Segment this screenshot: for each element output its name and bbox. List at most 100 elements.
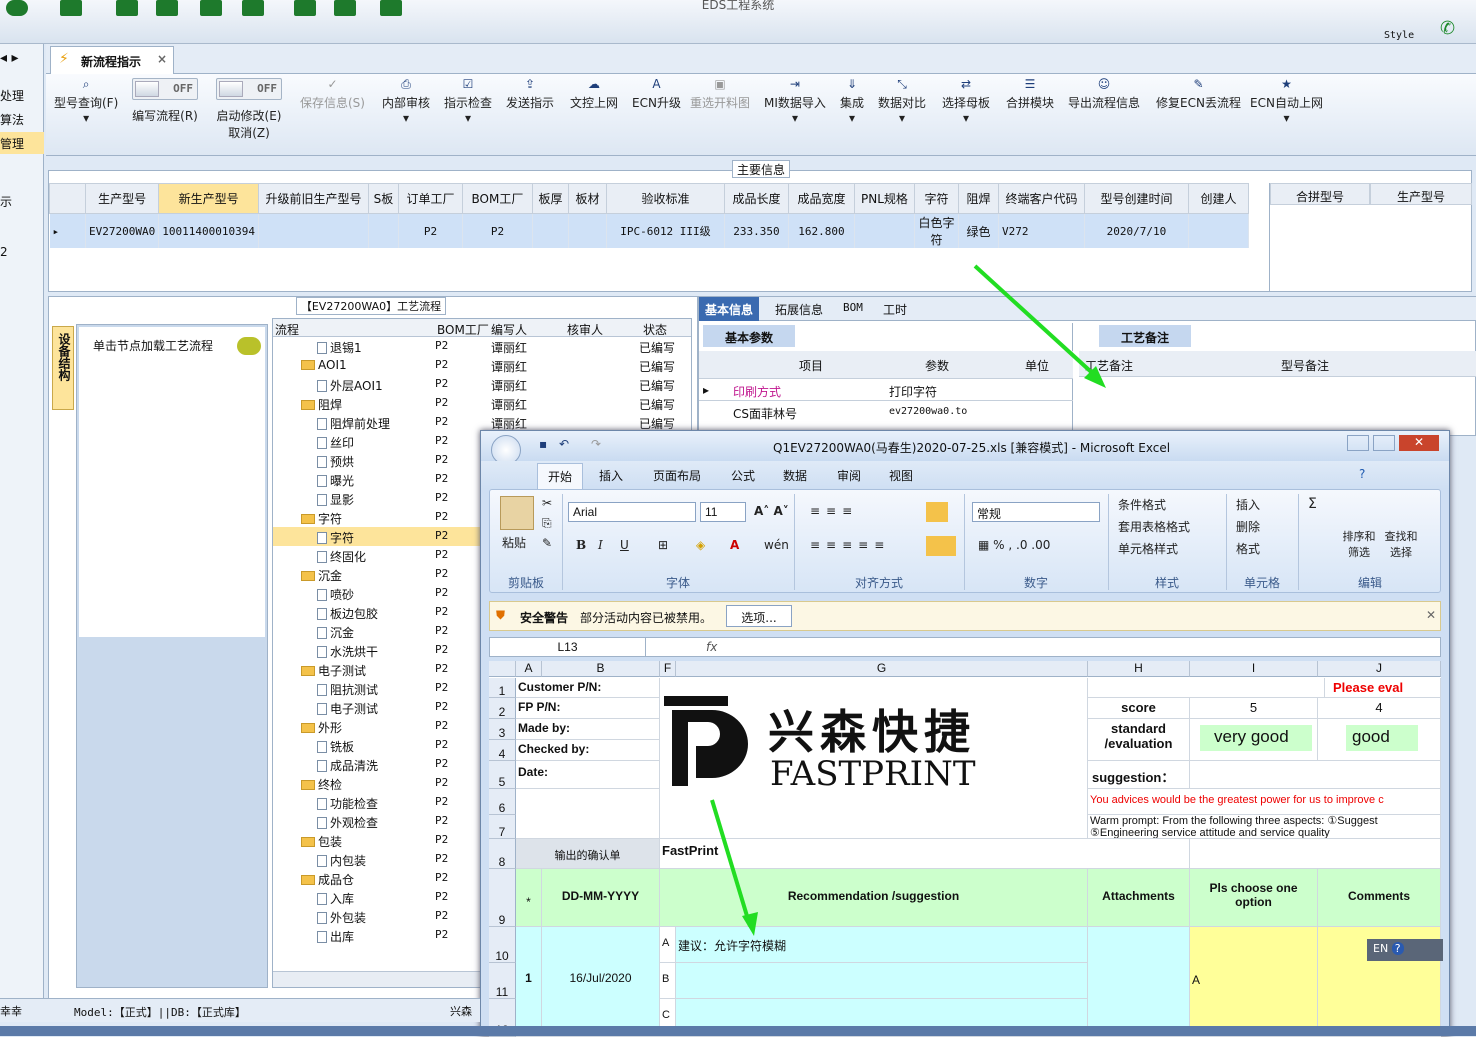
name-box[interactable]: L13 [490, 638, 646, 656]
col-g[interactable]: G [676, 661, 1088, 677]
italic-icon[interactable]: I [598, 538, 603, 552]
fill-color-icon[interactable]: ◈ [696, 538, 705, 552]
scissors-icon[interactable] [116, 0, 138, 16]
font-color-icon[interactable]: A [730, 538, 739, 552]
maximize-icon[interactable] [1373, 435, 1395, 451]
col-header[interactable]: 型号创建时间 [1083, 183, 1189, 214]
merge-header[interactable]: 合拼型号 [1270, 183, 1370, 205]
row-header[interactable]: 7 [489, 815, 516, 839]
window-icon[interactable] [380, 0, 402, 16]
tab-review[interactable]: 审阅 [837, 467, 861, 484]
table-row[interactable]: ▸ 印刷方式 打印字符 [699, 381, 1073, 401]
font-select[interactable]: Arial [568, 502, 696, 522]
list-icon[interactable] [242, 0, 264, 16]
close-warning-icon[interactable]: ✕ [1426, 608, 1436, 622]
ime-bar[interactable]: EN ? [1367, 939, 1443, 961]
select-mother-button[interactable]: ⇄ 选择母板 ▾ [942, 78, 990, 125]
nav-item-4[interactable]: 2 [0, 242, 44, 264]
vtab-device[interactable]: 设备结构 [52, 326, 74, 410]
nav-arrows[interactable]: ◂ ▸ [0, 50, 44, 70]
row-header[interactable]: 6 [489, 789, 516, 815]
nav-item-3[interactable]: 示 [0, 190, 44, 212]
save-button[interactable]: ✓ 保存信息(S) [300, 78, 365, 111]
cut-icon[interactable]: ✂ [542, 496, 552, 510]
col-header[interactable]: 成品宽度 [787, 183, 855, 214]
indicator-check-button[interactable]: ☑ 指示检查 ▾ [444, 78, 492, 125]
table-row[interactable]: CS面菲林号 ev27200wa0.to [699, 403, 1073, 423]
tab-basic[interactable]: 基本信息 [699, 297, 760, 321]
col-b[interactable]: B [542, 661, 660, 677]
ecn-auto-button[interactable]: ★ ECN自动上网 ▾ [1250, 78, 1323, 125]
user-icon[interactable] [294, 0, 316, 16]
sum-icon[interactable]: Σ [1308, 496, 1317, 512]
merge-icon[interactable] [926, 536, 956, 556]
nav-item-2[interactable]: 管理 [0, 132, 44, 154]
internal-review-button[interactable]: ⎙ 内部审核 ▾ [382, 78, 430, 125]
col-header[interactable]: 项目 [799, 357, 823, 374]
compare-button[interactable]: ⤡ 数据对比 ▾ [878, 78, 926, 125]
delete-button[interactable]: 删除 [1236, 518, 1260, 535]
find-select-button[interactable]: 查找和选择 [1384, 528, 1418, 560]
col-h[interactable]: H [1088, 661, 1190, 677]
redo-icon[interactable]: ↷ [591, 437, 601, 451]
fx-icon[interactable]: fx [706, 640, 717, 654]
ecn-upgrade-button[interactable]: A ECN升级 [632, 78, 681, 111]
row-header[interactable]: 5 [489, 761, 516, 789]
help-icon[interactable]: ? [1359, 467, 1365, 481]
number-icons[interactable]: ▦ % , .0 .00 [978, 538, 1050, 552]
app-logo-icon[interactable] [6, 0, 28, 16]
underline-icon[interactable]: U [620, 538, 629, 552]
col-header[interactable]: 验收标准 [605, 183, 725, 214]
wrap-icon[interactable] [926, 502, 948, 522]
col-header[interactable]: 阻焊 [957, 183, 999, 214]
tab-extend[interactable]: 拓展信息 [775, 301, 823, 318]
tree-row[interactable]: AOI1 P2 谭丽红 已编写 [273, 356, 691, 375]
col-header[interactable]: 订单工厂 [397, 183, 463, 214]
copy-icon[interactable] [200, 0, 222, 16]
integrate-button[interactable]: ⇓ 集成 ▾ [840, 78, 864, 125]
tab-insert[interactable]: 插入 [599, 467, 623, 484]
tab-formula[interactable]: 公式 [731, 467, 755, 484]
col-f[interactable]: F [660, 661, 676, 677]
options-button[interactable]: 选项... [726, 605, 792, 627]
columns-icon[interactable] [156, 0, 178, 16]
border-icon[interactable]: ⊞ [658, 538, 668, 552]
size-select[interactable]: 11 [700, 502, 746, 522]
row-header[interactable]: 4 [489, 740, 516, 761]
col-header[interactable]: 终端客户代码 [997, 183, 1085, 214]
tab-view[interactable]: 视图 [889, 467, 913, 484]
col-a[interactable]: A [516, 661, 542, 677]
valign-icons[interactable]: ≡≡≡ [810, 504, 858, 518]
paste-icon[interactable] [500, 496, 534, 530]
row-header[interactable]: 10 [489, 927, 516, 963]
col-header[interactable]: 板厚 [531, 183, 569, 214]
col-header[interactable]: 成品长度 [723, 183, 789, 214]
tree-row[interactable]: 退锡1 P2 谭丽红 已编写 [273, 337, 691, 356]
nav-item-0[interactable]: 处理 [0, 84, 44, 106]
fix-ecn-button[interactable]: ✎ 修复ECN丢流程 [1156, 78, 1241, 111]
col-header[interactable]: 板材 [567, 183, 607, 214]
merge-module-button[interactable]: ☰ 合拼模块 [1006, 78, 1054, 111]
chart-icon[interactable] [334, 0, 356, 16]
col-header[interactable]: 参数 [925, 357, 949, 374]
nav-item-1[interactable]: 算法 [0, 108, 44, 130]
reselect-button[interactable]: ▣ 重选开料图 [690, 78, 750, 111]
conditional-format-button[interactable]: 条件格式 [1118, 496, 1166, 513]
toggle-switch[interactable]: OFF [216, 78, 282, 100]
send-button[interactable]: ⇪ 发送指示 [506, 78, 554, 111]
prod-header[interactable]: 生产型号 [1370, 183, 1472, 205]
toggle-switch[interactable]: OFF [132, 78, 198, 100]
format-painter-icon[interactable]: ✎ [542, 536, 552, 550]
undo-icon[interactable]: ↶ [559, 437, 569, 451]
tree-row[interactable]: 阻焊 P2 谭丽红 已编写 [273, 394, 691, 413]
row-header[interactable]: 8 [489, 839, 516, 869]
tree-row[interactable]: 外层AOI1 P2 谭丽红 已编写 [273, 375, 691, 394]
row-header[interactable]: 3 [489, 719, 516, 740]
tab-close-icon[interactable]: × [157, 52, 167, 66]
table-format-button[interactable]: 套用表格格式 [1118, 518, 1190, 535]
grid-icon[interactable] [60, 0, 82, 16]
row-header[interactable]: 1 [489, 678, 516, 698]
format-button[interactable]: 格式 [1236, 540, 1260, 557]
col-header[interactable]: 单位 [1025, 357, 1049, 374]
paste-button[interactable]: 粘贴 [502, 534, 526, 551]
